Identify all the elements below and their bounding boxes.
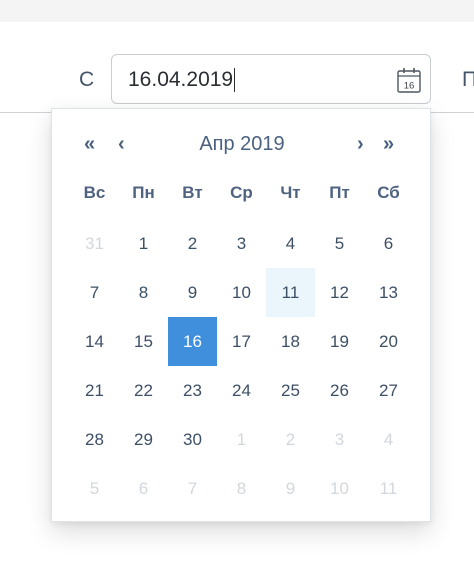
calendar-day-other-month[interactable]: 3 [315,415,364,464]
calendar-day-other-month[interactable]: 7 [168,464,217,513]
calendar-day-other-month[interactable]: 4 [364,415,413,464]
calendar-day[interactable]: 24 [217,366,266,415]
date-input[interactable]: 16.04.2019 16 [111,54,431,104]
calendar-day-other-month[interactable]: 2 [266,415,315,464]
calendar-week: 28 29 30 1 2 3 4 [70,415,413,464]
next-field-label: П [462,68,474,91]
weekday-label: Чт [280,183,301,202]
calendar-day-today[interactable]: 11 [266,268,315,317]
calendar-day-other-month[interactable]: 9 [266,464,315,513]
calendar-day[interactable]: 18 [266,317,315,366]
calendar-day[interactable]: 12 [315,268,364,317]
calendar-day[interactable]: 27 [364,366,413,415]
calendar-icon-day: 16 [404,81,415,92]
weekday-label: Пн [132,183,155,202]
next-year-button[interactable]: » [383,133,394,156]
calendar-week: 21 22 23 24 25 26 27 [70,366,413,415]
weekday-label: Ср [230,183,253,202]
calendar-day[interactable]: 29 [119,415,168,464]
calendar-week: 31 1 2 3 4 5 6 [70,219,413,268]
calendar-day[interactable]: 22 [119,366,168,415]
calendar-day[interactable]: 15 [119,317,168,366]
calendar-day[interactable]: 26 [315,366,364,415]
calendar-day-other-month[interactable]: 1 [217,415,266,464]
calendar-day-other-month[interactable]: 8 [217,464,266,513]
calendar-day[interactable]: 9 [168,268,217,317]
calendar-day[interactable]: 21 [70,366,119,415]
calendar-day[interactable]: 19 [315,317,364,366]
datepicker-popup: « ‹ Апр 2019 › » Вс Пн Вт Ср Чт Пт Сб 31… [51,108,431,522]
calendar-day[interactable]: 25 [266,366,315,415]
calendar-day[interactable]: 8 [119,268,168,317]
calendar-day[interactable]: 14 [70,317,119,366]
calendar-week: 7 8 9 10 11 12 13 [70,268,413,317]
date-input-value[interactable]: 16.04.2019 [128,68,236,92]
weekday-label: Пт [329,183,350,202]
from-label: С [79,68,95,91]
weekday-label: Сб [377,183,400,202]
calendar-day[interactable]: 6 [364,219,413,268]
calendar-day-other-month[interactable]: 10 [315,464,364,513]
calendar-day-other-month[interactable]: 6 [119,464,168,513]
calendar-day[interactable]: 7 [70,268,119,317]
calendar-day-other-month[interactable]: 5 [70,464,119,513]
month-title[interactable]: Апр 2019 [52,133,432,156]
calendar-day[interactable]: 30 [168,415,217,464]
calendar-day[interactable]: 1 [119,219,168,268]
calendar-day-other-month[interactable]: 11 [364,464,413,513]
calendar-day[interactable]: 5 [315,219,364,268]
calendar-day[interactable]: 23 [168,366,217,415]
calendar-day[interactable]: 2 [168,219,217,268]
calendar-week: 5 6 7 8 9 10 11 [70,464,413,513]
calendar-day[interactable]: 13 [364,268,413,317]
calendar-day[interactable]: 28 [70,415,119,464]
weekday-label: Вс [83,183,106,202]
calendar-day[interactable]: 17 [217,317,266,366]
weekday-label: Вт [182,183,203,202]
top-strip [0,0,474,22]
calendar-day-selected[interactable]: 16 [168,317,217,366]
calendar-day[interactable]: 3 [217,219,266,268]
calendar-day-other-month[interactable]: 31 [70,219,119,268]
next-month-button[interactable]: › [357,133,364,156]
calendar-day[interactable]: 4 [266,219,315,268]
calendar-week: 14 15 16 17 18 19 20 [70,317,413,366]
calendar-day[interactable]: 10 [217,268,266,317]
calendar-day[interactable]: 20 [364,317,413,366]
calendar-icon[interactable]: 16 [396,66,422,94]
weekday-header: Вс Пн Вт Ср Чт Пт Сб [70,183,413,203]
